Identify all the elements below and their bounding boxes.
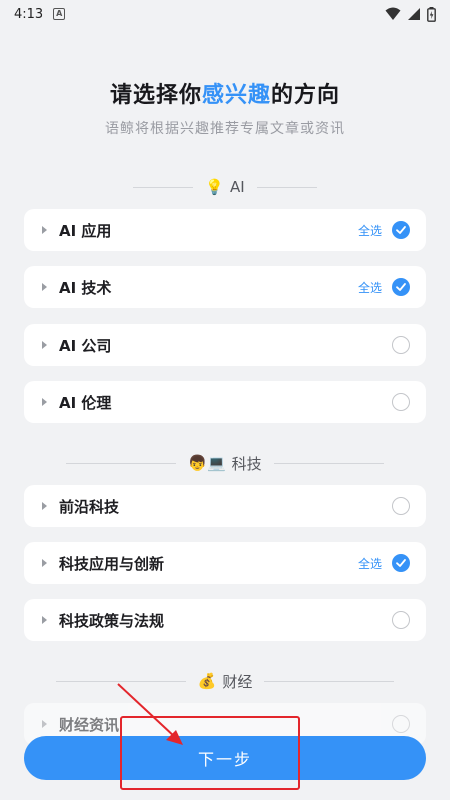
battery-icon	[427, 6, 436, 22]
interest-row-ai-company[interactable]: AI 公司	[24, 324, 426, 366]
interest-row-tech-application[interactable]: 科技应用与创新 全选	[24, 542, 426, 584]
checkmark-icon[interactable]	[392, 278, 410, 296]
select-all-link[interactable]: 全选	[358, 222, 382, 239]
signal-icon	[408, 8, 420, 20]
section-title: 科技	[231, 454, 262, 473]
annotation-box	[120, 716, 300, 790]
interest-label: 前沿科技	[59, 497, 120, 516]
page-title: 请选择你感兴趣的方向	[0, 77, 450, 109]
select-all-link[interactable]: 全选	[358, 279, 382, 296]
divider	[66, 462, 177, 464]
expand-arrow-icon[interactable]	[42, 283, 47, 291]
divider	[55, 680, 186, 682]
interest-row-ai-application[interactable]: AI 应用 全选	[24, 209, 426, 251]
section-header-ai: 💡 AI	[0, 175, 450, 199]
expand-arrow-icon[interactable]	[42, 502, 47, 510]
section-label-finance: 💰 财经	[198, 671, 253, 692]
expand-arrow-icon[interactable]	[42, 559, 47, 567]
expand-arrow-icon[interactable]	[42, 720, 47, 728]
checkmark-icon[interactable]	[392, 554, 410, 572]
interest-label: AI 技术	[59, 278, 112, 297]
title-prefix: 请选择你	[109, 83, 202, 108]
interest-row-ai-ethics[interactable]: AI 伦理	[24, 381, 426, 423]
divider	[264, 680, 395, 682]
interest-label: AI 应用	[59, 221, 112, 240]
select-all-link[interactable]: 全选	[358, 555, 382, 572]
divider	[256, 186, 317, 188]
interest-row-ai-technology[interactable]: AI 技术 全选	[24, 266, 426, 308]
expand-arrow-icon[interactable]	[42, 398, 47, 406]
unchecked-circle-icon[interactable]	[392, 715, 410, 733]
section-label-ai: 💡 AI	[205, 178, 244, 196]
interest-row-tech-policy[interactable]: 科技政策与法规	[24, 599, 426, 641]
section-header-tech: 👦💻 科技	[0, 451, 450, 475]
section-header-finance: 💰 财经	[0, 669, 450, 693]
notification-icon: A	[53, 8, 66, 20]
section-title: AI	[230, 178, 245, 196]
interest-label: 科技应用与创新	[59, 554, 165, 573]
wifi-icon	[385, 7, 401, 20]
status-time: 4:13	[14, 6, 44, 22]
interest-row-frontier-tech[interactable]: 前沿科技	[24, 485, 426, 527]
status-bar: 4:13 A	[0, 0, 450, 28]
unchecked-circle-icon[interactable]	[392, 497, 410, 515]
page-subtitle: 语鲸将根据兴趣推荐专属文章或资讯	[105, 121, 345, 137]
expand-arrow-icon[interactable]	[42, 226, 47, 234]
divider	[273, 462, 384, 464]
title-highlight: 感兴趣	[201, 83, 271, 108]
title-suffix: 的方向	[271, 83, 341, 108]
unchecked-circle-icon[interactable]	[392, 336, 410, 354]
checkmark-icon[interactable]	[392, 221, 410, 239]
interest-label: 科技政策与法规	[59, 611, 165, 630]
section-label-tech: 👦💻 科技	[188, 453, 261, 474]
lightbulb-icon: 💡	[205, 177, 224, 196]
section-title: 财经	[222, 672, 253, 691]
divider	[133, 186, 194, 188]
interest-label: AI 公司	[59, 336, 112, 355]
expand-arrow-icon[interactable]	[42, 341, 47, 349]
money-bag-icon: 💰	[197, 671, 217, 690]
interest-label: AI 伦理	[59, 393, 112, 412]
boy-laptop-icon: 👦💻	[188, 453, 226, 472]
unchecked-circle-icon[interactable]	[392, 393, 410, 411]
unchecked-circle-icon[interactable]	[392, 611, 410, 629]
expand-arrow-icon[interactable]	[42, 616, 47, 624]
